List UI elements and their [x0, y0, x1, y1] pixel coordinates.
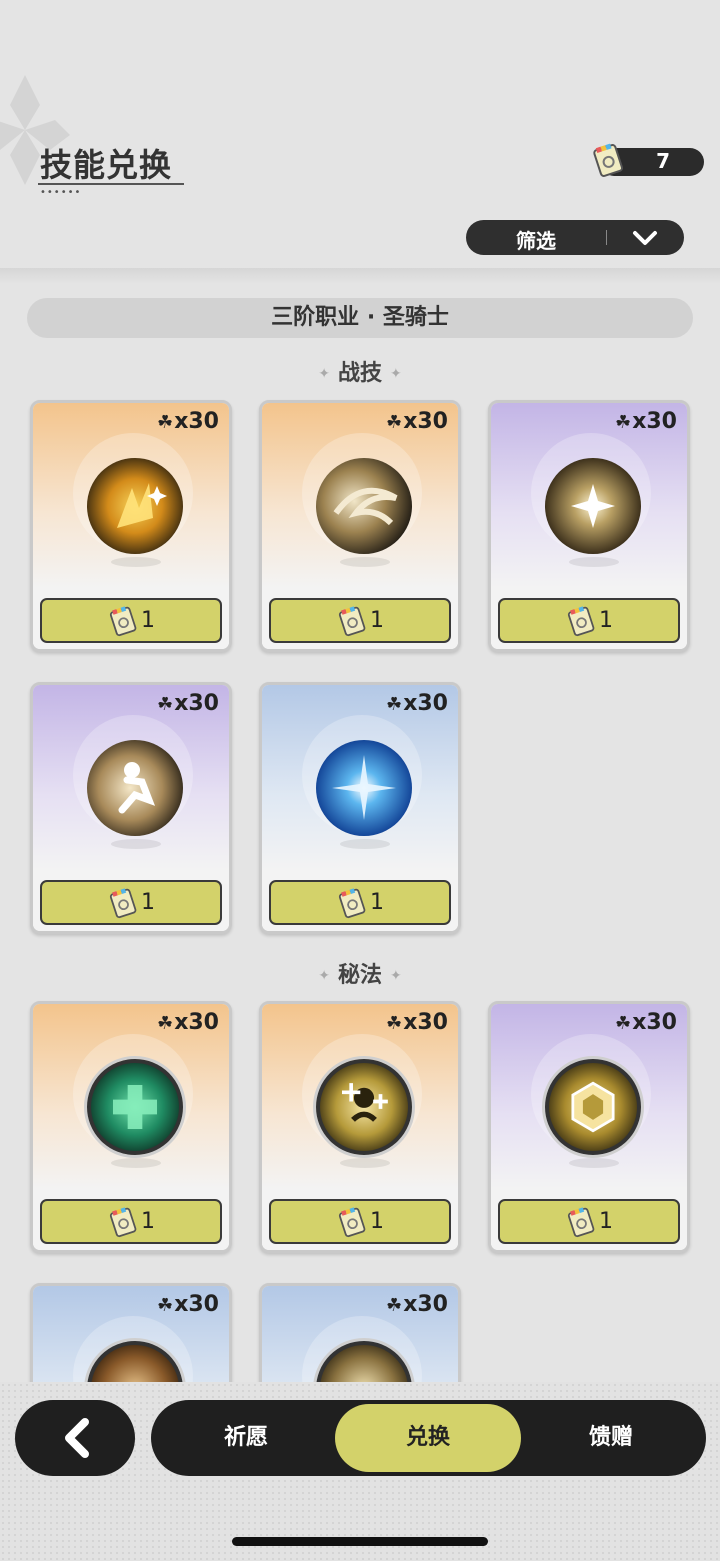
exchange-button[interactable]: 1 [498, 1199, 680, 1244]
skill-card[interactable]: ☘x30 1 [488, 1001, 690, 1253]
section-title-text: 战技 [337, 361, 382, 386]
sparkle-icon: ✦ [318, 968, 330, 984]
skill-card[interactable]: ☘x30 1 [488, 400, 690, 652]
home-indicator[interactable] [232, 1537, 488, 1546]
hexagon-shield-icon [545, 1059, 641, 1155]
card-cost: ☘x30 [386, 691, 448, 716]
skill-card[interactable]: ☘x30 1 [259, 400, 461, 652]
filter-dropdown[interactable]: 筛选 [466, 220, 684, 255]
card-cost: ☘x30 [386, 1292, 448, 1317]
title-dots: •••••• [40, 187, 82, 198]
skill-ticket-icon [109, 888, 137, 919]
skill-ticket-icon [567, 606, 595, 637]
filter-separator [606, 230, 607, 245]
chevron-left-icon [65, 1418, 89, 1458]
skill-card[interactable]: ☘x30 1 [259, 1001, 461, 1253]
back-button[interactable] [15, 1400, 135, 1476]
card-cost: ☘x30 [615, 1010, 677, 1035]
skill-ticket-icon [593, 143, 624, 177]
section-title-text: 秘法 [337, 963, 382, 988]
paw-token-icon: ☘ [386, 412, 403, 433]
tab-exchange[interactable]: 兑换 [335, 1404, 521, 1472]
section-title-combat: ✦ 战技 ✦ [0, 355, 720, 387]
paw-token-icon: ☘ [386, 1295, 403, 1316]
card-cost: ☘x30 [157, 1010, 219, 1035]
chevron-down-icon [633, 231, 657, 245]
exchange-button[interactable]: 1 [269, 598, 451, 643]
paw-token-icon: ☘ [386, 1013, 403, 1034]
paw-token-icon: ☘ [615, 412, 632, 433]
card-cost: ☘x30 [386, 1010, 448, 1035]
paw-token-icon: ☘ [386, 694, 403, 715]
exchange-button[interactable]: 1 [269, 1199, 451, 1244]
paw-token-icon: ☘ [615, 1013, 632, 1034]
header-divider [0, 268, 720, 284]
card-cost: ☘x30 [157, 1292, 219, 1317]
blue-burst-icon [316, 740, 412, 836]
dash-runner-icon [87, 740, 183, 836]
page-title: 技能兑换 [40, 146, 173, 184]
skill-ticket-icon [338, 606, 366, 637]
tab-gift[interactable]: 馈赠 [536, 1400, 686, 1476]
skill-card[interactable]: ☘x30 1 [259, 682, 461, 934]
sparkle-icon: ✦ [318, 366, 330, 382]
title-underline [38, 183, 184, 185]
section-title-arcane: ✦ 秘法 ✦ [0, 957, 720, 989]
paw-token-icon: ☘ [157, 412, 174, 433]
ticket-balance: 7 [593, 143, 704, 177]
exchange-button[interactable]: 1 [40, 880, 222, 925]
skill-card[interactable]: ☘x30 1 [30, 682, 232, 934]
group-heal-icon [316, 1059, 412, 1155]
exchange-button[interactable]: 1 [269, 880, 451, 925]
paw-token-icon: ☘ [157, 1013, 174, 1034]
sparkle-star-icon [545, 458, 641, 554]
filter-label: 筛选 [516, 229, 556, 253]
exchange-button[interactable]: 1 [40, 1199, 222, 1244]
exchange-button[interactable]: 1 [40, 598, 222, 643]
paw-token-icon: ☘ [157, 1295, 174, 1316]
page-header: 技能兑换 •••••• [38, 140, 184, 198]
card-cost: ☘x30 [386, 409, 448, 434]
skill-ticket-icon [109, 1207, 137, 1238]
skill-ticket-icon [338, 888, 366, 919]
flame-slash-icon [87, 458, 183, 554]
card-cost: ☘x30 [615, 409, 677, 434]
paw-token-icon: ☘ [157, 694, 174, 715]
card-cost: ☘x30 [157, 691, 219, 716]
ticket-count: 7 [656, 149, 670, 173]
skill-ticket-icon [338, 1207, 366, 1238]
skill-ticket-icon [109, 606, 137, 637]
class-banner: 三阶职业 · 圣骑士 [27, 298, 693, 338]
wind-swirl-icon [316, 458, 412, 554]
card-cost: ☘x30 [157, 409, 219, 434]
bottom-tab-bar: 祈愿 兑换 馈赠 [151, 1400, 706, 1476]
skill-ticket-icon [567, 1207, 595, 1238]
green-heal-cross-icon [87, 1059, 183, 1155]
exchange-button[interactable]: 1 [498, 598, 680, 643]
skill-card[interactable]: ☘x30 1 [30, 400, 232, 652]
sparkle-icon: ✦ [390, 968, 402, 984]
sparkle-icon: ✦ [390, 366, 402, 382]
skill-card[interactable]: ☘x30 1 [30, 1001, 232, 1253]
tab-wish[interactable]: 祈愿 [171, 1400, 321, 1476]
